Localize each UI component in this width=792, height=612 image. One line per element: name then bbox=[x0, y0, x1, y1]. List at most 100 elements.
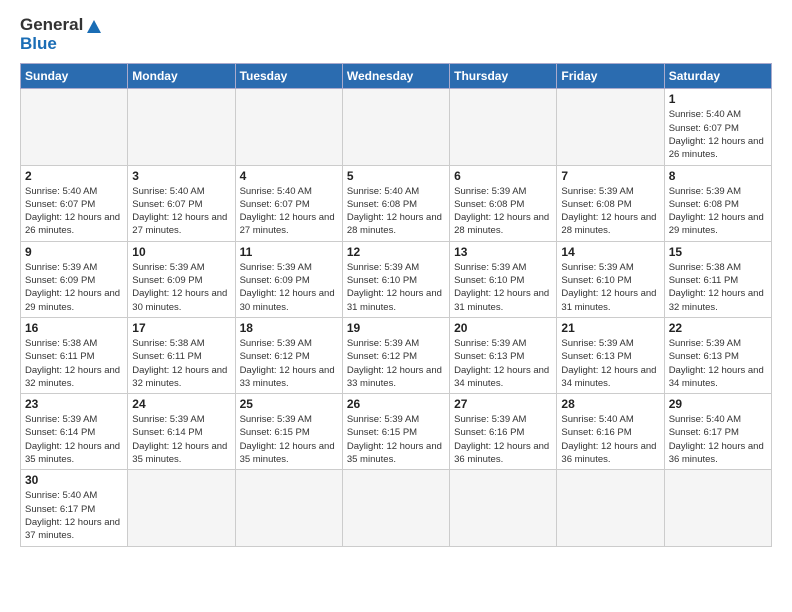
day-info: Sunrise: 5:39 AM Sunset: 6:08 PM Dayligh… bbox=[669, 185, 767, 238]
day-info: Sunrise: 5:39 AM Sunset: 6:08 PM Dayligh… bbox=[561, 185, 659, 238]
day-info: Sunrise: 5:39 AM Sunset: 6:09 PM Dayligh… bbox=[240, 261, 338, 314]
day-info: Sunrise: 5:39 AM Sunset: 6:13 PM Dayligh… bbox=[454, 337, 552, 390]
day-number: 20 bbox=[454, 321, 552, 335]
day-info: Sunrise: 5:39 AM Sunset: 6:14 PM Dayligh… bbox=[132, 413, 230, 466]
day-info: Sunrise: 5:39 AM Sunset: 6:09 PM Dayligh… bbox=[132, 261, 230, 314]
calendar-cell: 15 Sunrise: 5:38 AM Sunset: 6:11 PM Dayli… bbox=[664, 241, 771, 317]
day-info: Sunrise: 5:39 AM Sunset: 6:13 PM Dayligh… bbox=[561, 337, 659, 390]
calendar-cell: 12Sunrise: 5:39 AM Sunset: 6:10 PM Dayli… bbox=[342, 241, 449, 317]
day-info: Sunrise: 5:38 AM Sunset: 6:11 PM Dayligh… bbox=[669, 261, 767, 314]
day-number: 22 bbox=[669, 321, 767, 335]
calendar-cell bbox=[342, 89, 449, 165]
calendar-cell: 13Sunrise: 5:39 AM Sunset: 6:10 PM Dayli… bbox=[450, 241, 557, 317]
calendar-cell: 3 Sunrise: 5:40 AM Sunset: 6:07 PM Daylig… bbox=[128, 165, 235, 241]
calendar-cell: 24Sunrise: 5:39 AM Sunset: 6:14 PM Dayli… bbox=[128, 394, 235, 470]
calendar-cell: 6Sunrise: 5:39 AM Sunset: 6:08 PM Daylig… bbox=[450, 165, 557, 241]
day-info: Sunrise: 5:39 AM Sunset: 6:09 PM Dayligh… bbox=[25, 261, 123, 314]
calendar-cell: 23Sunrise: 5:39 AM Sunset: 6:14 PM Dayli… bbox=[21, 394, 128, 470]
day-number: 18 bbox=[240, 321, 338, 335]
calendar-cell: 27 Sunrise: 5:39 AM Sunset: 6:16 PM Dayli… bbox=[450, 394, 557, 470]
day-info: Sunrise: 5:40 AM Sunset: 6:17 PM Dayligh… bbox=[669, 413, 767, 466]
weekday-header-thursday: Thursday bbox=[450, 64, 557, 89]
weekday-header-monday: Monday bbox=[128, 64, 235, 89]
calendar-cell bbox=[128, 470, 235, 546]
calendar-cell bbox=[450, 470, 557, 546]
weekday-header-row: SundayMondayTuesdayWednesdayThursdayFrid… bbox=[21, 64, 772, 89]
day-info: Sunrise: 5:40 AM Sunset: 6:07 PM Dayligh… bbox=[132, 185, 230, 238]
day-number: 19 bbox=[347, 321, 445, 335]
calendar-cell: 9Sunrise: 5:39 AM Sunset: 6:09 PM Daylig… bbox=[21, 241, 128, 317]
day-number: 2 bbox=[25, 169, 123, 183]
day-number: 28 bbox=[561, 397, 659, 411]
calendar: SundayMondayTuesdayWednesdayThursdayFrid… bbox=[20, 63, 772, 546]
day-info: Sunrise: 5:40 AM Sunset: 6:07 PM Dayligh… bbox=[669, 108, 767, 161]
day-info: Sunrise: 5:38 AM Sunset: 6:11 PM Dayligh… bbox=[25, 337, 123, 390]
day-number: 25 bbox=[240, 397, 338, 411]
logo-general: General bbox=[20, 16, 103, 35]
calendar-cell: 26 Sunrise: 5:39 AM Sunset: 6:15 PM Dayli… bbox=[342, 394, 449, 470]
day-number: 27 bbox=[454, 397, 552, 411]
calendar-cell: 10 Sunrise: 5:39 AM Sunset: 6:09 PM Dayli… bbox=[128, 241, 235, 317]
weekday-header-saturday: Saturday bbox=[664, 64, 771, 89]
calendar-cell bbox=[557, 89, 664, 165]
calendar-cell: 16 Sunrise: 5:38 AM Sunset: 6:11 PM Dayli… bbox=[21, 317, 128, 393]
day-info: Sunrise: 5:39 AM Sunset: 6:12 PM Dayligh… bbox=[347, 337, 445, 390]
day-number: 26 bbox=[347, 397, 445, 411]
day-info: Sunrise: 5:40 AM Sunset: 6:07 PM Dayligh… bbox=[25, 185, 123, 238]
day-info: Sunrise: 5:40 AM Sunset: 6:17 PM Dayligh… bbox=[25, 489, 123, 542]
header: General Blue bbox=[20, 16, 772, 53]
day-number: 23 bbox=[25, 397, 123, 411]
week-row-5: 23 Sunrise: 5:39 AM Sunset: 6:14 PM Dayli… bbox=[21, 394, 772, 470]
calendar-cell bbox=[21, 89, 128, 165]
day-info: Sunrise: 5:39 AM Sunset: 6:16 PM Dayligh… bbox=[454, 413, 552, 466]
calendar-cell: 28 Sunrise: 5:40 AM Sunset: 6:16 PM Dayli… bbox=[557, 394, 664, 470]
calendar-cell: 4 Sunrise: 5:40 AM Sunset: 6:07 PM Daylig… bbox=[235, 165, 342, 241]
calendar-cell: 14 Sunrise: 5:39 AM Sunset: 6:10 PM Dayli… bbox=[557, 241, 664, 317]
day-info: Sunrise: 5:39 AM Sunset: 6:10 PM Dayligh… bbox=[347, 261, 445, 314]
calendar-cell: 30 Sunrise: 5:40 AM Sunset: 6:17 PM Dayli… bbox=[21, 470, 128, 546]
day-number: 3 bbox=[132, 169, 230, 183]
week-row-6: 30 Sunrise: 5:40 AM Sunset: 6:17 PM Dayli… bbox=[21, 470, 772, 546]
weekday-header-wednesday: Wednesday bbox=[342, 64, 449, 89]
day-number: 15 bbox=[669, 245, 767, 259]
calendar-cell bbox=[235, 89, 342, 165]
week-row-1: 1 Sunrise: 5:40 AM Sunset: 6:07 PM Daylig… bbox=[21, 89, 772, 165]
calendar-cell: 1 Sunrise: 5:40 AM Sunset: 6:07 PM Daylig… bbox=[664, 89, 771, 165]
day-number: 29 bbox=[669, 397, 767, 411]
weekday-header-sunday: Sunday bbox=[21, 64, 128, 89]
week-row-3: 9Sunrise: 5:39 AM Sunset: 6:09 PM Daylig… bbox=[21, 241, 772, 317]
day-number: 17 bbox=[132, 321, 230, 335]
calendar-cell bbox=[664, 470, 771, 546]
day-number: 10 bbox=[132, 245, 230, 259]
calendar-cell: 20 Sunrise: 5:39 AM Sunset: 6:13 PM Dayli… bbox=[450, 317, 557, 393]
calendar-cell: 29 Sunrise: 5:40 AM Sunset: 6:17 PM Dayli… bbox=[664, 394, 771, 470]
calendar-cell bbox=[128, 89, 235, 165]
logo-block: General Blue bbox=[20, 16, 103, 53]
calendar-cell bbox=[235, 470, 342, 546]
day-number: 30 bbox=[25, 473, 123, 487]
calendar-cell: 19 Sunrise: 5:39 AM Sunset: 6:12 PM Dayli… bbox=[342, 317, 449, 393]
day-info: Sunrise: 5:39 AM Sunset: 6:13 PM Dayligh… bbox=[669, 337, 767, 390]
day-info: Sunrise: 5:39 AM Sunset: 6:08 PM Dayligh… bbox=[454, 185, 552, 238]
calendar-cell: 7Sunrise: 5:39 AM Sunset: 6:08 PM Daylig… bbox=[557, 165, 664, 241]
calendar-cell: 11 Sunrise: 5:39 AM Sunset: 6:09 PM Dayli… bbox=[235, 241, 342, 317]
calendar-cell bbox=[557, 470, 664, 546]
calendar-cell bbox=[342, 470, 449, 546]
calendar-cell: 22 Sunrise: 5:39 AM Sunset: 6:13 PM Dayli… bbox=[664, 317, 771, 393]
calendar-cell bbox=[450, 89, 557, 165]
day-info: Sunrise: 5:39 AM Sunset: 6:12 PM Dayligh… bbox=[240, 337, 338, 390]
day-number: 1 bbox=[669, 92, 767, 106]
day-info: Sunrise: 5:40 AM Sunset: 6:07 PM Dayligh… bbox=[240, 185, 338, 238]
day-info: Sunrise: 5:40 AM Sunset: 6:08 PM Dayligh… bbox=[347, 185, 445, 238]
day-number: 5 bbox=[347, 169, 445, 183]
day-info: Sunrise: 5:40 AM Sunset: 6:16 PM Dayligh… bbox=[561, 413, 659, 466]
day-info: Sunrise: 5:39 AM Sunset: 6:10 PM Dayligh… bbox=[561, 261, 659, 314]
day-number: 16 bbox=[25, 321, 123, 335]
day-number: 14 bbox=[561, 245, 659, 259]
day-number: 8 bbox=[669, 169, 767, 183]
calendar-cell: 2 Sunrise: 5:40 AM Sunset: 6:07 PM Daylig… bbox=[21, 165, 128, 241]
weekday-header-friday: Friday bbox=[557, 64, 664, 89]
day-number: 4 bbox=[240, 169, 338, 183]
day-info: Sunrise: 5:39 AM Sunset: 6:15 PM Dayligh… bbox=[347, 413, 445, 466]
day-number: 11 bbox=[240, 245, 338, 259]
